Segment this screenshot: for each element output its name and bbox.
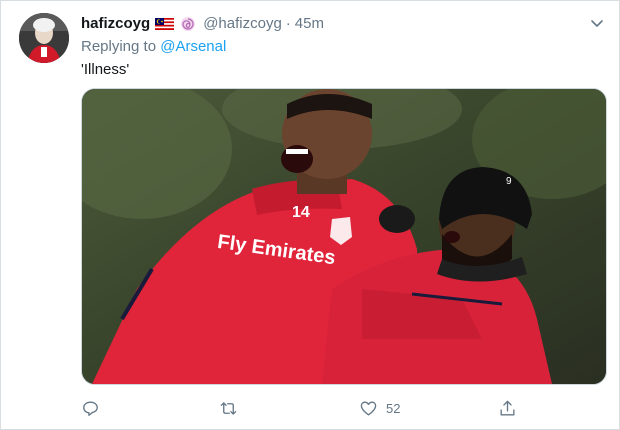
swirl-badge-icon [181, 17, 196, 31]
avatar[interactable] [19, 13, 69, 63]
retweet-icon [220, 402, 237, 415]
retweet-button[interactable] [219, 399, 246, 418]
separator-dot: · [285, 15, 291, 32]
tweet-header: hafizcoyg @hafizcoyg · 45m [81, 14, 324, 34]
heart-icon [360, 401, 377, 416]
reply-button[interactable] [81, 399, 108, 418]
tweet-actions: 52 [81, 399, 521, 421]
like-button[interactable]: 52 [359, 399, 400, 418]
like-count: 52 [386, 401, 401, 416]
reply-mention-link[interactable]: @Arsenal [160, 38, 226, 55]
tweet-media-photo[interactable]: Fly Emirates 14 9 [81, 88, 607, 385]
timestamp[interactable]: 45m [295, 14, 324, 34]
jersey-number-text: 14 [292, 204, 310, 221]
malaysia-flag-icon [155, 18, 175, 30]
user-handle[interactable]: @hafizcoyg [203, 14, 282, 34]
share-icon [500, 400, 515, 416]
tweet-card[interactable]: hafizcoyg @hafizcoyg · 45m Replying to @… [0, 0, 620, 430]
tweet-text: 'Illness' [81, 61, 130, 78]
replying-to-line: Replying to @Arsenal [81, 38, 226, 55]
reply-icon [83, 401, 98, 416]
chevron-down-icon[interactable] [589, 15, 605, 31]
avatar-image [19, 13, 69, 63]
replying-prefix: Replying to [81, 38, 157, 55]
share-button[interactable] [498, 399, 525, 418]
media-illustration: Fly Emirates 14 9 [82, 89, 606, 384]
hat-logo-text: 9 [506, 176, 512, 187]
display-name[interactable]: hafizcoyg [81, 14, 150, 34]
